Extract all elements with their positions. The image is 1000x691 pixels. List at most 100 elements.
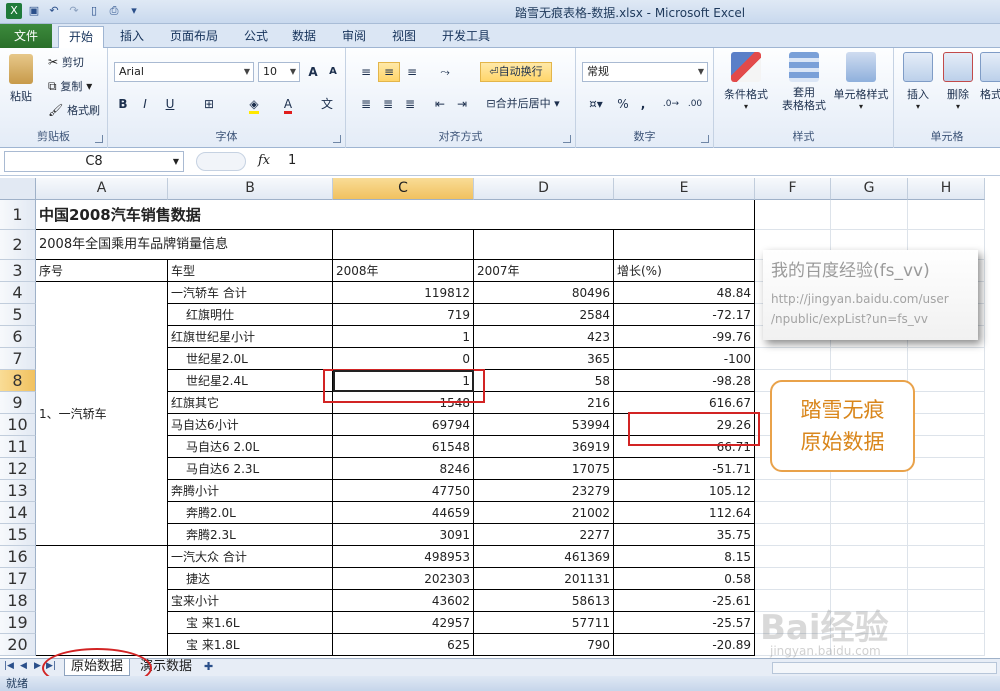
header-seq[interactable]: 序号 (36, 260, 168, 282)
row-header-6[interactable]: 6 (0, 326, 36, 348)
column-header-d[interactable]: D (474, 178, 614, 200)
value-2007-cell[interactable]: 2584 (474, 304, 614, 326)
phonetic-button[interactable]: 文 (314, 94, 340, 114)
conditional-format-button[interactable]: 条件格式 ▾ (718, 52, 774, 111)
row-header-1[interactable]: 1 (0, 200, 36, 230)
row-header-16[interactable]: 16 (0, 546, 36, 568)
font-size-select[interactable]: 10 ▼ (258, 62, 300, 82)
model-cell[interactable]: 奔腾2.0L (168, 502, 333, 524)
value-2008-cell[interactable]: 8246 (333, 458, 474, 480)
cell-empty[interactable] (755, 546, 831, 568)
value-2007-cell[interactable]: 365 (474, 348, 614, 370)
value-2007-cell[interactable]: 58 (474, 370, 614, 392)
first-sheet-icon[interactable]: |◀ (4, 661, 14, 671)
align-top-button[interactable]: ≡ (356, 62, 376, 82)
cell-c2[interactable] (333, 230, 474, 260)
decrease-indent-button[interactable]: ⇤ (430, 94, 450, 114)
row-header-3[interactable]: 3 (0, 260, 36, 282)
accounting-format-button[interactable]: ¤▾ (582, 94, 610, 114)
cell-empty[interactable] (908, 200, 985, 230)
row-header-13[interactable]: 13 (0, 480, 36, 502)
cut-button[interactable]: ✂ 剪切 (48, 54, 84, 70)
number-format-select[interactable]: 常规 ▼ (582, 62, 708, 82)
cell-empty[interactable] (831, 200, 908, 230)
cell-empty[interactable] (831, 480, 908, 502)
column-header-g[interactable]: G (831, 178, 908, 200)
cell-empty[interactable] (908, 568, 985, 590)
orientation-button[interactable]: ⤳ (432, 62, 458, 82)
format-as-table-button[interactable]: 套用 表格格式 (778, 52, 830, 112)
grow-font-button[interactable]: A (304, 62, 322, 82)
clipboard-launcher[interactable] (95, 135, 103, 143)
value-2008-cell[interactable]: 119812 (333, 282, 474, 304)
model-cell[interactable]: 马自达6 2.0L (168, 436, 333, 458)
align-left-button[interactable]: ≣ (356, 94, 376, 114)
cell-empty[interactable] (755, 480, 831, 502)
new-sheet-icon[interactable]: ✚ (204, 660, 213, 673)
row-header-7[interactable]: 7 (0, 348, 36, 370)
cell-empty[interactable] (908, 634, 985, 656)
value-2007-cell[interactable]: 461369 (474, 546, 614, 568)
value-2007-cell[interactable]: 21002 (474, 502, 614, 524)
column-header-c[interactable]: C (333, 178, 474, 200)
growth-cell[interactable]: -98.28 (614, 370, 755, 392)
row-header-11[interactable]: 11 (0, 436, 36, 458)
value-2007-cell[interactable]: 790 (474, 634, 614, 656)
cell-empty[interactable] (755, 200, 831, 230)
alignment-launcher[interactable] (563, 135, 571, 143)
growth-cell[interactable]: 112.64 (614, 502, 755, 524)
align-center-button[interactable]: ≣ (378, 94, 398, 114)
model-cell[interactable]: 宝 来1.6L (168, 612, 333, 634)
wrap-text-button[interactable]: ⏎自动换行 (480, 62, 552, 82)
increase-indent-button[interactable]: ⇥ (452, 94, 472, 114)
value-2007-cell[interactable]: 2277 (474, 524, 614, 546)
model-cell[interactable]: 红旗明仕 (168, 304, 333, 326)
row-header-15[interactable]: 15 (0, 524, 36, 546)
row-header-18[interactable]: 18 (0, 590, 36, 612)
value-2008-cell[interactable]: 719 (333, 304, 474, 326)
growth-cell[interactable]: -25.61 (614, 590, 755, 612)
cell-empty[interactable] (908, 414, 985, 436)
paste-button[interactable]: 粘贴 (6, 54, 36, 104)
tab-formulas[interactable]: 公式 (234, 26, 278, 48)
cell-empty[interactable] (908, 480, 985, 502)
prev-sheet-icon[interactable]: ◀ (20, 661, 27, 671)
cell-empty[interactable] (755, 348, 831, 370)
next-sheet-icon[interactable]: ▶ (34, 661, 41, 671)
value-2008-cell[interactable]: 625 (333, 634, 474, 656)
value-2007-cell[interactable]: 36919 (474, 436, 614, 458)
growth-cell[interactable]: 8.15 (614, 546, 755, 568)
merge-center-button[interactable]: ⊟合并后居中 ▾ (480, 94, 566, 114)
model-cell[interactable]: 马自达6 2.3L (168, 458, 333, 480)
underline-button[interactable]: U (158, 94, 182, 114)
model-cell[interactable]: 宝来小计 (168, 590, 333, 612)
cell-empty[interactable] (831, 348, 908, 370)
column-header-e[interactable]: E (614, 178, 755, 200)
row-header-4[interactable]: 4 (0, 282, 36, 304)
value-2007-cell[interactable]: 216 (474, 392, 614, 414)
shrink-font-button[interactable]: A (324, 62, 342, 82)
group-cell-faw-vw[interactable] (36, 546, 168, 656)
tab-insert[interactable]: 插入 (110, 26, 154, 48)
value-2008-cell[interactable]: 43602 (333, 590, 474, 612)
group-cell-faw[interactable]: 1、一汽轿车 (36, 282, 168, 546)
bold-button[interactable]: B (114, 94, 132, 114)
value-2008-cell[interactable]: 1 (333, 326, 474, 348)
italic-button[interactable]: I (136, 94, 154, 114)
active-cell-c8[interactable]: 1 (333, 370, 474, 392)
cell-empty[interactable] (831, 568, 908, 590)
font-color-button[interactable]: A (274, 94, 302, 114)
comma-button[interactable]: , (634, 94, 652, 114)
fill-color-button[interactable]: ◈ (240, 94, 268, 114)
growth-cell[interactable]: -25.57 (614, 612, 755, 634)
growth-cell[interactable]: 0.58 (614, 568, 755, 590)
value-2007-cell[interactable]: 53994 (474, 414, 614, 436)
cell-empty[interactable] (908, 524, 985, 546)
model-cell[interactable]: 宝 来1.8L (168, 634, 333, 656)
growth-cell[interactable]: 35.75 (614, 524, 755, 546)
formula-input[interactable]: 1 (288, 153, 296, 168)
value-2007-cell[interactable]: 58613 (474, 590, 614, 612)
value-2008-cell[interactable]: 47750 (333, 480, 474, 502)
sheet-subtitle-cell[interactable]: 2008年全国乘用车品牌销量信息 (36, 230, 333, 260)
tab-developer[interactable]: 开发工具 (432, 26, 500, 48)
